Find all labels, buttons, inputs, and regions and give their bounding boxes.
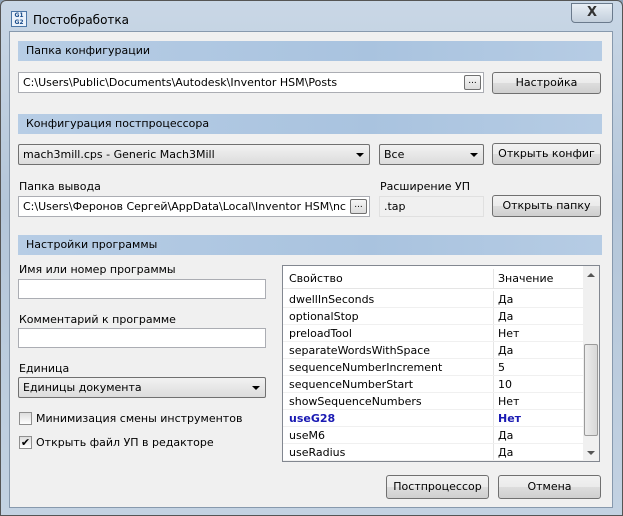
property-grid-header: Свойство Значение [283, 269, 585, 289]
property-value[interactable]: 10 [498, 376, 512, 393]
property-row[interactable]: optionalStop Да [283, 308, 585, 325]
property-value[interactable]: Да [498, 427, 513, 444]
property-row[interactable]: showSequenceNumbers Нет [283, 393, 585, 410]
property-name: useRadius [289, 446, 346, 459]
unit-label: Единица [19, 362, 70, 375]
property-name: useM6 [289, 429, 325, 442]
app-icon: G1 G2 [11, 11, 27, 27]
close-button[interactable]: X [571, 3, 613, 23]
minimize-tool-changes-label: Минимизация смены инструментов [36, 412, 243, 425]
program-comment-input[interactable] [18, 328, 266, 348]
open-in-editor-label: Открыть файл УП в редакторе [36, 436, 214, 449]
scroll-thumb[interactable] [584, 344, 598, 436]
property-value[interactable]: Да [498, 342, 513, 359]
property-row[interactable]: separateWordsWithSpace Да [283, 342, 585, 359]
chevron-down-icon [252, 386, 260, 390]
post-select[interactable]: mach3mill.cps - Generic Mach3Mill [18, 144, 370, 165]
property-value[interactable]: Да [498, 291, 513, 308]
property-row[interactable]: useG28 Нет [283, 410, 585, 427]
property-row[interactable]: useRadius Да [283, 444, 585, 461]
property-name: sequenceNumberIncrement [289, 361, 443, 374]
property-value[interactable]: Нет [498, 393, 519, 410]
section-config-folder: Папка конфигурации [18, 41, 602, 61]
unit-select[interactable]: Единицы документа [18, 377, 266, 398]
property-grid: Свойство Значение dwellInSeconds Да option… [282, 265, 600, 462]
property-name: sequenceNumberStart [289, 378, 414, 391]
scroll-up-icon[interactable] [587, 273, 595, 277]
postprocess-button[interactable]: Постпроцессор [386, 475, 489, 499]
config-folder-path: C:\Users\Public\Documents\Autodesk\Inven… [23, 76, 338, 89]
section-post-config: Конфигурация постпроцессора [18, 114, 602, 134]
property-value[interactable]: Нет [498, 410, 521, 427]
property-value[interactable]: Да [498, 308, 513, 325]
filter-select[interactable]: Все [379, 144, 484, 165]
window-title: Постобработка [33, 13, 129, 27]
property-value[interactable]: Нет [498, 325, 519, 342]
config-folder-input[interactable]: C:\Users\Public\Documents\Autodesk\Inven… [18, 72, 484, 93]
property-row[interactable]: sequenceNumberIncrement 5 [283, 359, 585, 376]
property-name: useG28 [289, 412, 336, 425]
column-header-value[interactable]: Значение [498, 269, 553, 289]
property-row[interactable]: preloadTool Нет [283, 325, 585, 342]
property-value[interactable]: Да [498, 444, 513, 461]
program-comment-label: Комментарий к программе [19, 313, 176, 326]
property-row[interactable]: dwellInSeconds Да [283, 291, 585, 308]
output-folder-label: Папка вывода [19, 180, 101, 193]
property-grid-scrollbar[interactable] [583, 266, 599, 461]
program-name-label: Имя или номер программы [19, 263, 176, 276]
post-select-value: mach3mill.cps - Generic Mach3Mill [23, 148, 215, 161]
property-row[interactable]: useM6 Да [283, 427, 585, 444]
browse-output-button[interactable]: ... [350, 199, 367, 214]
property-name: showSequenceNumbers [289, 395, 422, 408]
chevron-down-icon [470, 153, 478, 157]
extension-field[interactable]: .tap [379, 196, 484, 217]
scroll-down-icon[interactable] [587, 451, 595, 455]
chevron-down-icon [356, 153, 364, 157]
checkmark-icon: ✔ [20, 436, 31, 449]
property-name: optionalStop [289, 310, 359, 323]
unit-select-value: Единицы документа [23, 381, 142, 394]
output-folder-path: C:\Users\Феронов Сергей\AppData\Local\In… [23, 200, 346, 213]
property-name: separateWordsWithSpace [289, 344, 431, 357]
setup-button[interactable]: Настройка [492, 72, 601, 94]
property-row[interactable]: sequenceNumberStart 10 [283, 376, 585, 393]
open-folder-button[interactable]: Открыть папку [492, 195, 601, 217]
extension-label: Расширение УП [380, 180, 470, 193]
minimize-tool-changes-checkbox[interactable] [19, 412, 32, 425]
output-folder-input[interactable]: C:\Users\Феронов Сергей\AppData\Local\In… [18, 196, 370, 217]
browse-config-button[interactable]: ... [464, 75, 481, 90]
cancel-button[interactable]: Отмена [498, 475, 601, 499]
property-value[interactable]: 5 [498, 359, 505, 376]
program-name-input[interactable] [18, 279, 266, 299]
section-program-settings: Настройки программы [18, 235, 602, 255]
property-name: dwellInSeconds [289, 293, 375, 306]
property-name: preloadTool [289, 327, 352, 340]
open-config-button[interactable]: Открыть конфиг [492, 143, 601, 165]
open-in-editor-checkbox[interactable]: ✔ [19, 436, 32, 449]
column-header-property[interactable]: Свойство [289, 269, 343, 289]
filter-select-value: Все [384, 148, 405, 161]
